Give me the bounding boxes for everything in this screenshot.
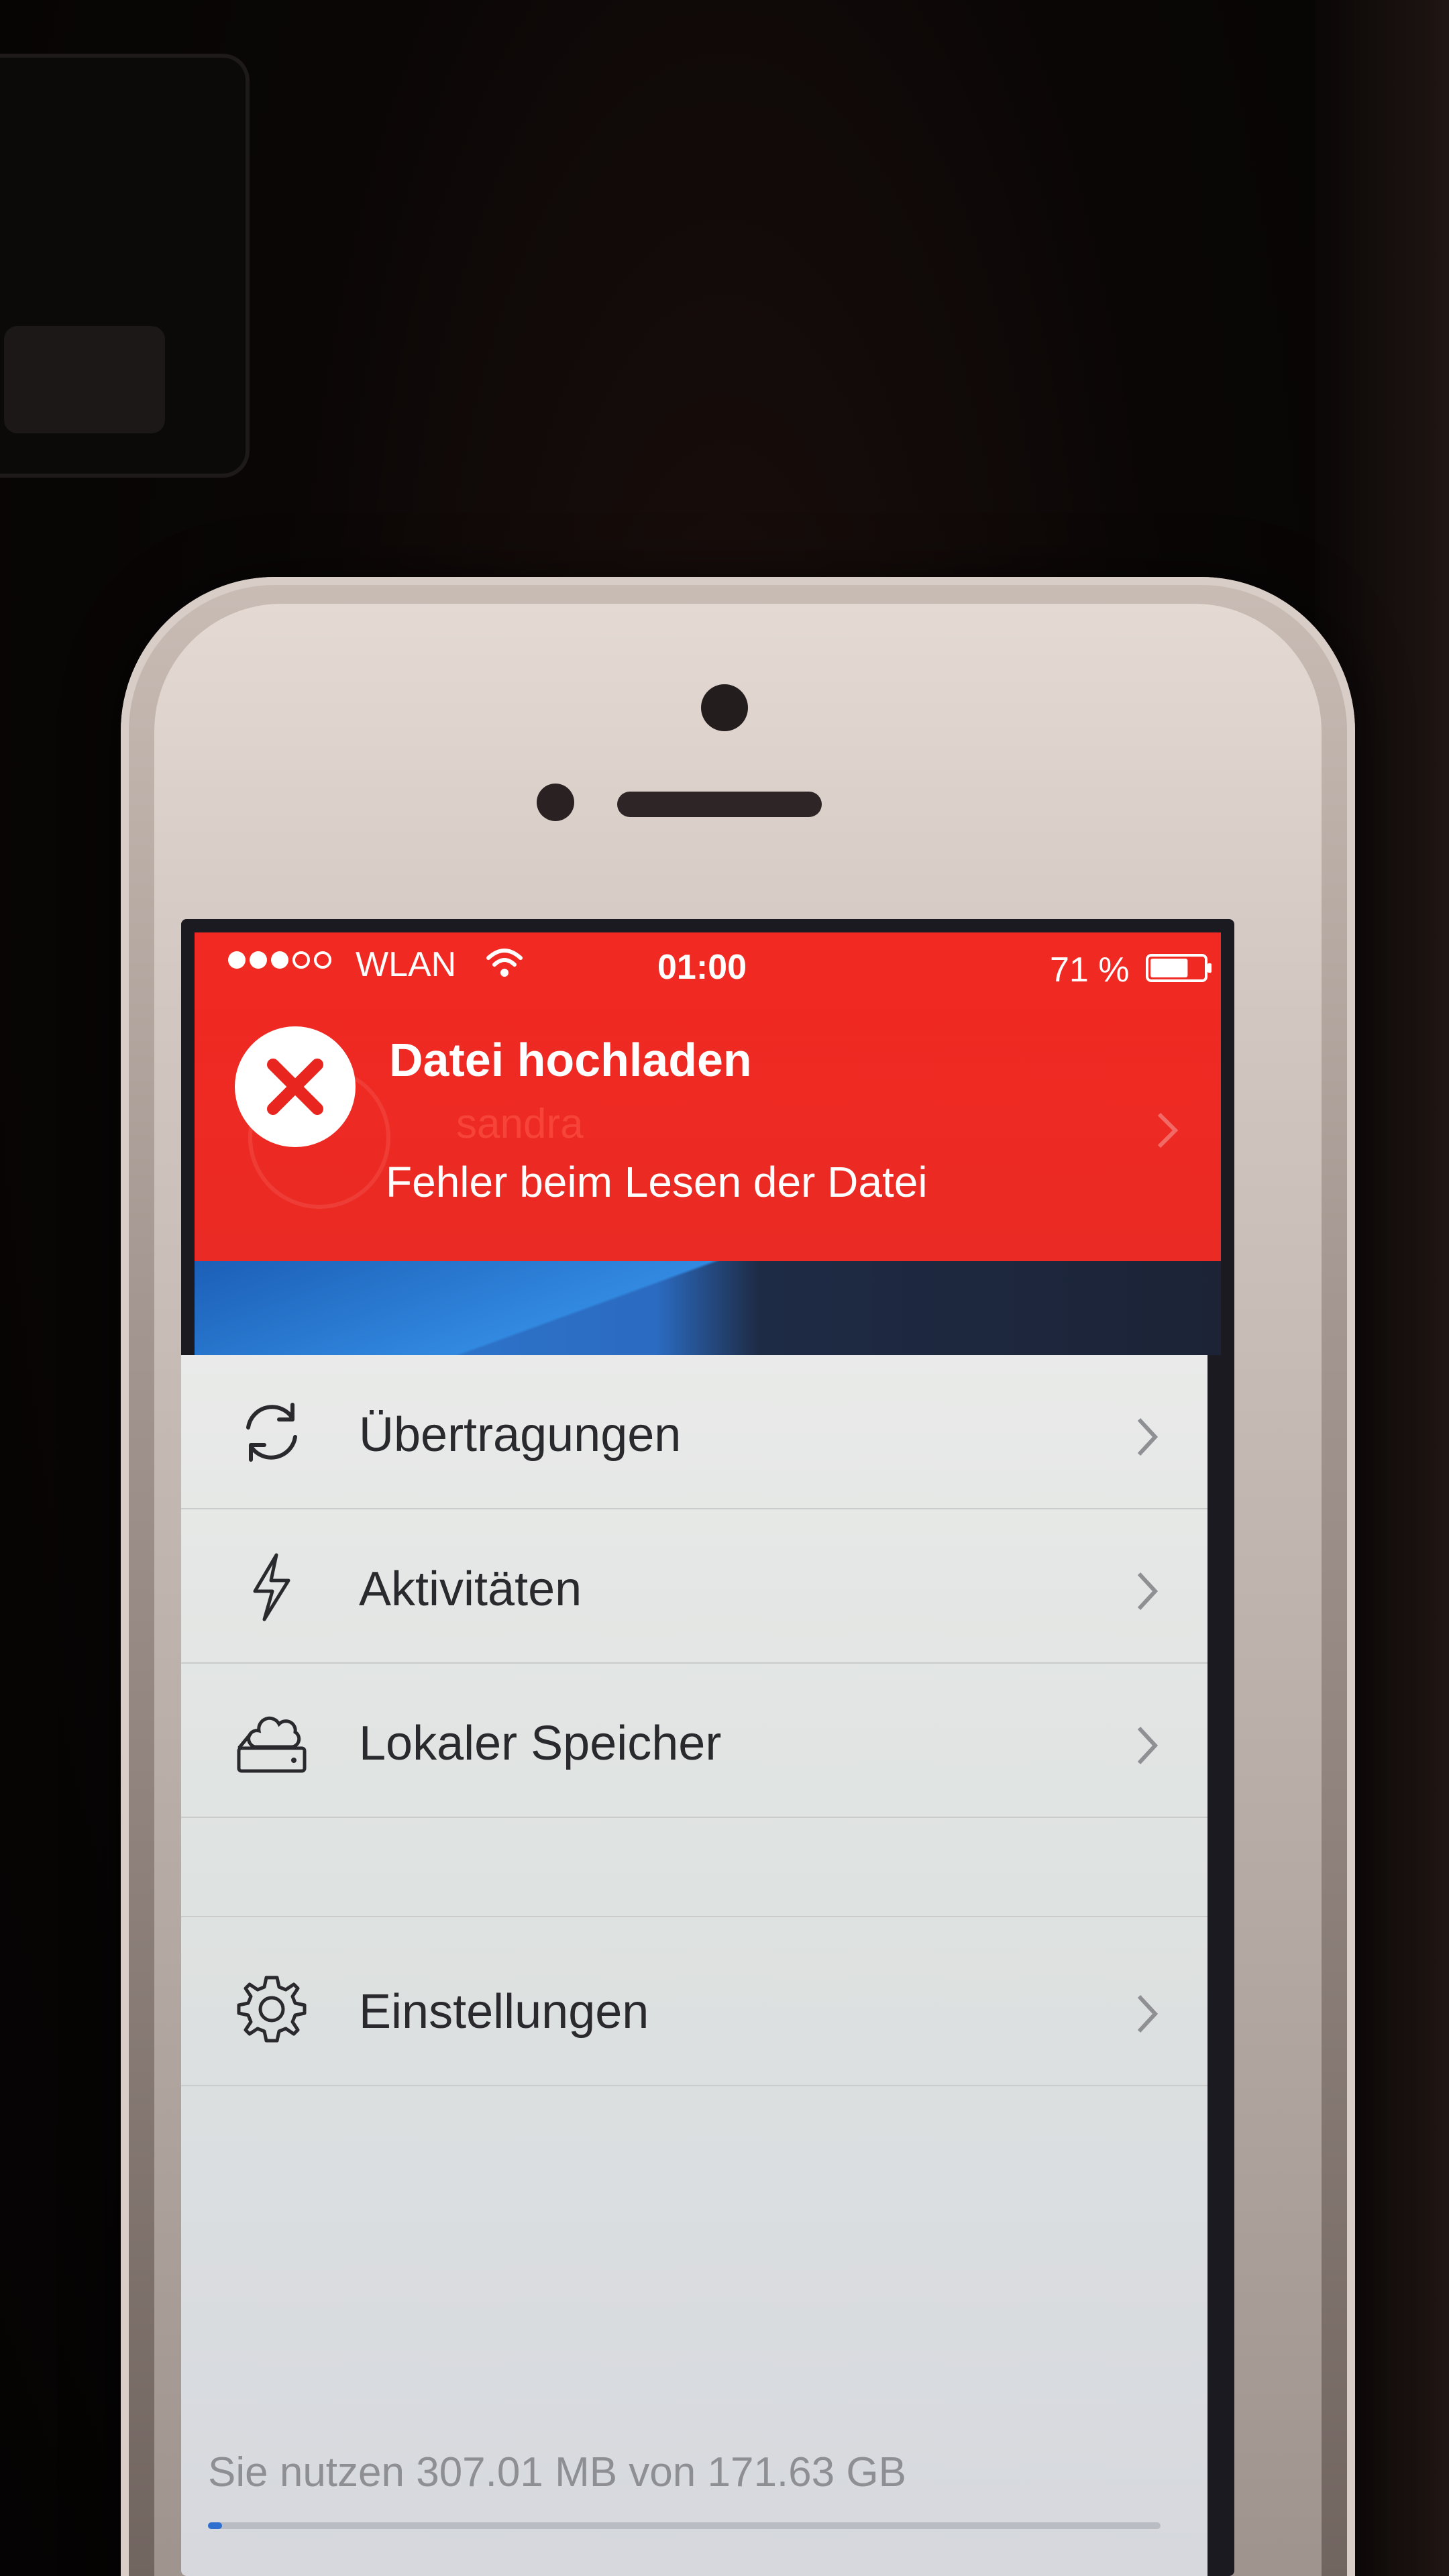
photo-scene: WLAN 01:00 71 % sandra Datei hochladen F… bbox=[0, 0, 1449, 2576]
header-image-wave bbox=[195, 1261, 798, 1355]
menu-item-label: Lokaler Speicher bbox=[359, 1717, 722, 1770]
menu-divider bbox=[181, 1916, 1208, 1917]
notification-message: Fehler beim Lesen der Datei bbox=[386, 1158, 928, 1206]
sync-icon bbox=[246, 1403, 297, 1462]
chevron-right-icon bbox=[1137, 1994, 1159, 2033]
signal-dot bbox=[314, 951, 331, 969]
menu-item-uebertragungen[interactable]: Übertragungen bbox=[181, 1355, 1208, 1509]
profile-header-image bbox=[195, 1261, 1221, 1355]
background-object-mark bbox=[4, 326, 165, 433]
wifi-icon bbox=[486, 949, 523, 977]
menu-item-aktivitaeten[interactable]: Aktivitäten bbox=[181, 1509, 1208, 1664]
notification-title: Datei hochladen bbox=[389, 1034, 752, 1086]
chevron-right-icon bbox=[1137, 1726, 1159, 1765]
carrier-label: WLAN bbox=[356, 945, 457, 984]
signal-dot bbox=[292, 951, 310, 969]
battery-icon bbox=[1146, 954, 1212, 982]
error-x-icon bbox=[235, 1026, 356, 1147]
status-time: 01:00 bbox=[657, 948, 747, 987]
storage-usage-bar-fill bbox=[208, 2522, 223, 2529]
chevron-right-icon bbox=[1137, 1417, 1159, 1456]
menu-item-label: Einstellungen bbox=[359, 1985, 649, 2039]
storage-usage-bar bbox=[208, 2522, 1161, 2529]
gear-icon bbox=[237, 1976, 307, 2043]
menu-item-lokaler-speicher[interactable]: Lokaler Speicher bbox=[181, 1664, 1208, 1818]
proximity-sensor bbox=[537, 784, 574, 821]
signal-dot bbox=[271, 951, 288, 969]
storage-usage-text: Sie nutzen 307.01 MB von 171.63 GB bbox=[208, 2449, 906, 2496]
local-storage-icon bbox=[237, 1716, 307, 1773]
profile-name: sandra bbox=[456, 1101, 584, 1147]
signal-dot bbox=[250, 951, 267, 969]
front-camera bbox=[701, 684, 748, 731]
error-notification-banner[interactable]: WLAN 01:00 71 % sandra Datei hochladen F… bbox=[195, 932, 1221, 1261]
battery-percent: 71 % bbox=[1050, 951, 1130, 989]
earpiece-speaker bbox=[617, 792, 822, 817]
lightning-icon bbox=[253, 1553, 290, 1621]
signal-dot bbox=[228, 951, 246, 969]
profile-chevron-icon bbox=[1157, 1112, 1179, 1148]
menu-item-einstellungen[interactable]: Einstellungen bbox=[181, 1932, 1208, 2086]
side-menu: Übertragungen Aktivitäten Lokaler Speich… bbox=[181, 1355, 1208, 2576]
menu-item-label: Aktivitäten bbox=[359, 1562, 582, 1616]
background-object bbox=[0, 54, 250, 478]
signal-strength-icon bbox=[228, 951, 331, 969]
phone-screen: WLAN 01:00 71 % sandra Datei hochladen F… bbox=[181, 919, 1234, 2576]
status-bar: WLAN 01:00 71 % bbox=[195, 932, 1221, 993]
menu-item-label: Übertragungen bbox=[359, 1408, 682, 1462]
chevron-right-icon bbox=[1137, 1572, 1159, 1611]
